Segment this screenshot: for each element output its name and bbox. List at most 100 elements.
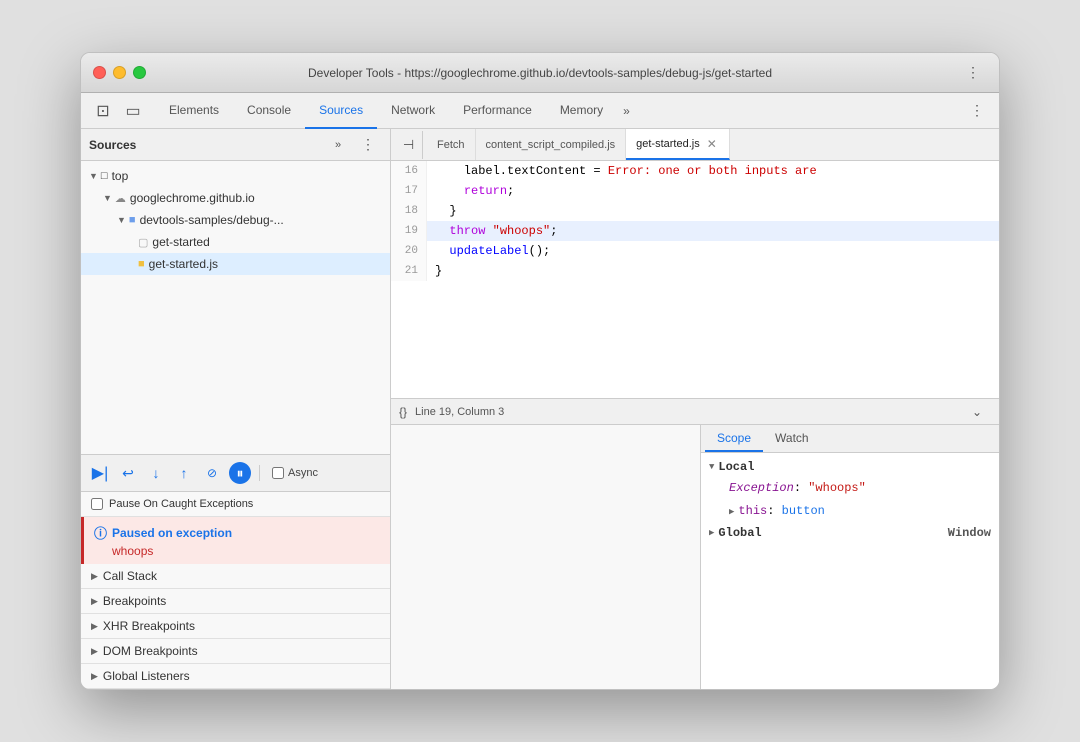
scope-global-section[interactable]: ▶ Global Window [701, 523, 999, 543]
tree-item-top[interactable]: ▼ □ top [81, 165, 390, 187]
titlebar-actions: ⋮ [959, 59, 987, 87]
xhr-breakpoints-header[interactable]: ▶ XHR Breakpoints [81, 614, 390, 638]
breakpoints-header[interactable]: ▶ Breakpoints [81, 589, 390, 613]
status-right: ⌄ [963, 398, 991, 426]
scope-content: ▼ Local Exception : "whoops" ▶ this : [701, 453, 999, 547]
tab-elements[interactable]: Elements [155, 93, 233, 129]
step-out-button[interactable]: ↑ [173, 462, 195, 484]
dom-breakpoints-header[interactable]: ▶ DOM Breakpoints [81, 639, 390, 663]
code-line-20: 20 updateLabel(); [391, 241, 999, 261]
scope-this-item[interactable]: ▶ this : button [701, 500, 999, 523]
separator [259, 465, 260, 481]
close-button[interactable] [93, 66, 106, 79]
cursor-position: Line 19, Column 3 [415, 406, 504, 418]
exception-value: whoops [94, 544, 380, 558]
tab-sources[interactable]: Sources [305, 93, 377, 129]
format-button[interactable]: {} [399, 405, 407, 419]
settings-button[interactable]: ⋮ [963, 97, 991, 125]
maximize-button[interactable] [133, 66, 146, 79]
folder-icon: ■ [129, 214, 136, 226]
file-tab-close-button[interactable]: ✕ [705, 136, 719, 152]
tree-item-get-started-js[interactable]: ■ get-started.js [81, 253, 390, 275]
pause-button[interactable]: ⏸ [229, 462, 251, 484]
tree-item-devtools-samples[interactable]: ▼ ■ devtools-samples/debug-... [81, 209, 390, 231]
expand-icon: ▶ [91, 571, 98, 582]
code-line-18: 18 } [391, 201, 999, 221]
left-panel: Sources » ⋮ ▼ □ top ▼ ☁ googlechrome.git… [81, 129, 391, 689]
tree-item-get-started[interactable]: ▢ get-started [81, 231, 390, 253]
file-tab-label: content_script_compiled.js [486, 139, 616, 151]
minimize-button[interactable] [113, 66, 126, 79]
folder-icon: □ [101, 170, 108, 182]
devtools-nav-icons: ⊡ ▭ [89, 97, 147, 125]
code-editor[interactable]: 16 label.textContent = Error: one or bot… [391, 161, 999, 398]
file-tree: ▼ □ top ▼ ☁ googlechrome.github.io ▼ ■ d… [81, 161, 390, 454]
scope-colon: : [794, 479, 808, 498]
tab-console[interactable]: Console [233, 93, 305, 129]
code-line-19: 19 throw "whoops"; [391, 221, 999, 241]
global-listeners-header[interactable]: ▶ Global Listeners [81, 664, 390, 688]
file-tab-back-button[interactable]: ⊣ [395, 131, 423, 159]
line-content: throw "whoops"; [427, 221, 999, 241]
call-stack-section: ▶ Call Stack [81, 564, 390, 589]
scope-value: "whoops" [808, 479, 866, 498]
xhr-breakpoints-section: ▶ XHR Breakpoints [81, 614, 390, 639]
js-file-icon: ■ [138, 258, 145, 270]
line-number: 17 [391, 181, 427, 201]
line-number: 18 [391, 201, 427, 221]
more-options-button[interactable]: ⋮ [959, 59, 987, 87]
resume-button[interactable]: ▶| [89, 462, 111, 484]
call-stack-header[interactable]: ▶ Call Stack [81, 564, 390, 588]
right-panel: ⊣ Fetch content_script_compiled.js get-s… [391, 129, 999, 689]
code-line-16: 16 label.textContent = Error: one or bot… [391, 161, 999, 181]
device-toolbar-button[interactable]: ▭ [119, 97, 147, 125]
expand-icon: ▼ [89, 171, 98, 181]
scope-local-section[interactable]: ▼ Local [701, 457, 999, 477]
scope-exception-item[interactable]: Exception : "whoops" [701, 477, 999, 500]
tab-performance[interactable]: Performance [449, 93, 546, 129]
line-number: 16 [391, 161, 427, 181]
expand-icon: ▶ [91, 646, 98, 657]
code-line-17: 17 return; [391, 181, 999, 201]
step-over-button[interactable]: ↩ [117, 462, 139, 484]
sources-more-button[interactable]: » [324, 131, 352, 159]
line-content: return; [427, 181, 999, 201]
scope-local-label: Local [718, 460, 754, 474]
tab-network[interactable]: Network [377, 93, 449, 129]
inspect-element-button[interactable]: ⊡ [89, 97, 117, 125]
cloud-icon: ☁ [115, 192, 126, 205]
tree-item-github[interactable]: ▼ ☁ googlechrome.github.io [81, 187, 390, 209]
tab-scope[interactable]: Scope [705, 425, 763, 452]
pause-exceptions-checkbox[interactable] [91, 498, 103, 510]
expand-icon: ▶ [91, 621, 98, 632]
sources-dots-button[interactable]: ⋮ [354, 131, 382, 159]
more-tabs-button[interactable]: » [617, 98, 636, 124]
file-tab-get-started-js[interactable]: get-started.js ✕ [626, 129, 730, 160]
tab-watch[interactable]: Watch [763, 425, 821, 452]
tree-item-label: get-started [152, 235, 209, 249]
bottom-panel: Scope Watch ▼ Local Exception : "whoops" [391, 424, 999, 689]
file-tabs: ⊣ Fetch content_script_compiled.js get-s… [391, 129, 999, 161]
tree-item-label: get-started.js [149, 257, 218, 271]
exception-header-text: Paused on exception [112, 526, 232, 540]
dom-breakpoints-section: ▶ DOM Breakpoints [81, 639, 390, 664]
file-tab-fetch[interactable]: Fetch [427, 129, 476, 160]
file-tab-content-script[interactable]: content_script_compiled.js [476, 129, 627, 160]
console-drawer-button[interactable]: ⌄ [963, 398, 991, 426]
deactivate-button[interactable]: ⊘ [201, 462, 223, 484]
info-icon: ⓘ [94, 523, 107, 542]
xhr-breakpoints-label: XHR Breakpoints [103, 619, 195, 633]
status-bar: {} Line 19, Column 3 ⌄ [391, 398, 999, 424]
pause-exceptions-label: Pause On Caught Exceptions [109, 498, 253, 510]
scope-value: button [782, 502, 825, 521]
main-content: Sources » ⋮ ▼ □ top ▼ ☁ googlechrome.git… [81, 129, 999, 689]
step-into-button[interactable]: ↓ [145, 462, 167, 484]
code-line-21: 21 } [391, 261, 999, 281]
tabbar-right-actions: ⋮ [963, 97, 991, 125]
tree-item-label: googlechrome.github.io [130, 191, 255, 205]
expand-icon: ▼ [117, 215, 126, 225]
tab-memory[interactable]: Memory [546, 93, 617, 129]
async-checkbox[interactable] [272, 467, 284, 479]
file-tab-label: get-started.js [636, 138, 700, 150]
expand-icon: ▼ [709, 462, 714, 472]
